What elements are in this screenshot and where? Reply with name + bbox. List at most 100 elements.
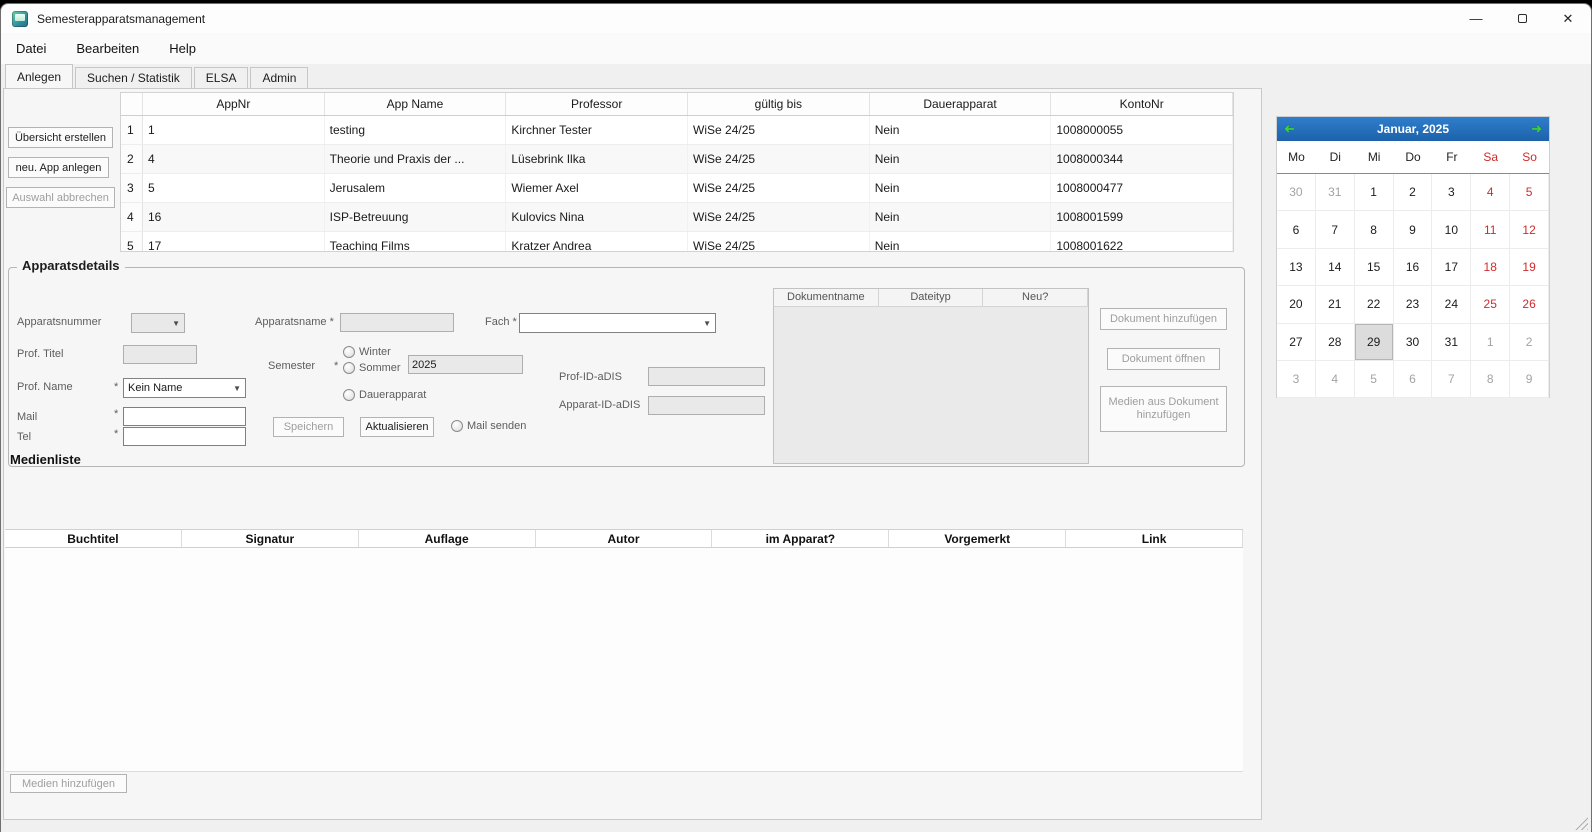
calendar-day[interactable]: 12: [1510, 211, 1549, 248]
resize-grip-icon[interactable]: [1575, 817, 1588, 830]
calendar-day[interactable]: 23: [1394, 286, 1433, 323]
auswahl-abbrechen-button[interactable]: Auswahl abbrechen: [6, 187, 115, 208]
calendar-day[interactable]: 27: [1277, 324, 1316, 361]
calendar-day[interactable]: 3: [1432, 174, 1471, 211]
table-row[interactable]: 11testingKirchner TesterWiSe 24/25Nein10…: [121, 116, 1233, 145]
tab-elsa[interactable]: ELSA: [194, 67, 249, 88]
winter-radio[interactable]: Winter: [343, 346, 391, 358]
calendar-day[interactable]: 26: [1510, 286, 1549, 323]
medien-column-header[interactable]: Auflage: [359, 530, 536, 547]
minimize-button[interactable]: —: [1453, 4, 1499, 33]
calendar-day[interactable]: 1: [1355, 174, 1394, 211]
menu-bearbeiten[interactable]: Bearbeiten: [61, 35, 154, 62]
calendar-day[interactable]: 5: [1510, 174, 1549, 211]
table-row[interactable]: 24Theorie und Praxis der ...Lüsebrink Il…: [121, 145, 1233, 174]
calendar-day[interactable]: 30: [1394, 324, 1433, 361]
aktualisieren-button[interactable]: Aktualisieren: [360, 417, 434, 437]
calendar-day[interactable]: 31: [1316, 174, 1355, 211]
calendar-next-arrow-icon[interactable]: ➜: [1531, 120, 1542, 137]
dokument-hinzufuegen-button[interactable]: Dokument hinzufügen: [1100, 308, 1227, 330]
table-row[interactable]: 35JerusalemWiemer AxelWiSe 24/25Nein1008…: [121, 174, 1233, 203]
calendar-day[interactable]: 4: [1316, 361, 1355, 398]
calendar-day[interactable]: 11: [1471, 211, 1510, 248]
tab-admin[interactable]: Admin: [250, 67, 308, 88]
menu-help[interactable]: Help: [154, 35, 211, 62]
medien-column-header[interactable]: Autor: [536, 530, 713, 547]
menu-datei[interactable]: Datei: [1, 35, 61, 62]
maximize-button[interactable]: [1499, 4, 1545, 33]
uebersicht-erstellen-button[interactable]: Übersicht erstellen: [8, 127, 113, 148]
calendar-day[interactable]: 18: [1471, 249, 1510, 286]
table-row[interactable]: 517Teaching FilmsKratzer AndreaWiSe 24/2…: [121, 232, 1233, 252]
doc-column-header[interactable]: Dateityp: [879, 289, 984, 307]
column-header[interactable]: Professor: [506, 93, 688, 115]
prof-id-adis-field[interactable]: [648, 367, 765, 386]
calendar-day[interactable]: 14: [1316, 249, 1355, 286]
medien-column-header[interactable]: im Apparat?: [712, 530, 889, 547]
calendar-day[interactable]: 7: [1316, 211, 1355, 248]
calendar-day[interactable]: 2: [1510, 324, 1549, 361]
calendar-day[interactable]: 31: [1432, 324, 1471, 361]
sommer-radio[interactable]: Sommer: [343, 362, 401, 374]
tab-suchen-statistik[interactable]: Suchen / Statistik: [75, 67, 192, 88]
calendar-day[interactable]: 4: [1471, 174, 1510, 211]
calendar-day[interactable]: 25: [1471, 286, 1510, 323]
calendar-day[interactable]: 15: [1355, 249, 1394, 286]
prof-name-combo[interactable]: Kein Name ▼: [123, 378, 246, 398]
doc-column-header[interactable]: Neu?: [983, 289, 1088, 307]
medien-aus-dokument-button[interactable]: Medien aus Dokument hinzufügen: [1100, 386, 1227, 432]
apparatsname-field[interactable]: [340, 313, 454, 332]
medien-column-header[interactable]: Buchtitel: [5, 530, 182, 547]
medien-column-header[interactable]: Signatur: [182, 530, 359, 547]
calendar-day[interactable]: 13: [1277, 249, 1316, 286]
column-header[interactable]: Dauerapparat: [870, 93, 1052, 115]
calendar-day[interactable]: 22: [1355, 286, 1394, 323]
calendar-day[interactable]: 19: [1510, 249, 1549, 286]
medien-column-header[interactable]: Vorgemerkt: [889, 530, 1066, 547]
calendar-day[interactable]: 29: [1355, 324, 1394, 361]
semester-year-field[interactable]: [408, 355, 523, 374]
calendar-day[interactable]: 9: [1510, 361, 1549, 398]
calendar-day[interactable]: 7: [1432, 361, 1471, 398]
calendar-day[interactable]: 20: [1277, 286, 1316, 323]
speichern-button[interactable]: Speichern: [273, 417, 344, 437]
dokument-oeffnen-button[interactable]: Dokument öffnen: [1107, 348, 1220, 370]
calendar-day[interactable]: 6: [1277, 211, 1316, 248]
close-button[interactable]: ✕: [1545, 4, 1591, 33]
apparatsnummer-combo[interactable]: ▼: [131, 313, 185, 333]
calendar-day[interactable]: 8: [1355, 211, 1394, 248]
calendar-day[interactable]: 1: [1471, 324, 1510, 361]
column-header[interactable]: AppNr: [143, 93, 325, 115]
prof-titel-field[interactable]: [123, 345, 197, 364]
calendar-day[interactable]: 8: [1471, 361, 1510, 398]
calendar-day[interactable]: 16: [1394, 249, 1433, 286]
table-row[interactable]: 416ISP-BetreuungKulovics NinaWiSe 24/25N…: [121, 203, 1233, 232]
calendar-month-label[interactable]: Januar, 2025: [1377, 122, 1449, 136]
calendar-day[interactable]: 21: [1316, 286, 1355, 323]
neue-app-anlegen-button[interactable]: neu. App anlegen: [8, 157, 109, 178]
calendar-day[interactable]: 5: [1355, 361, 1394, 398]
fach-combo[interactable]: ▼: [519, 313, 716, 333]
dauerapparat-radio[interactable]: Dauerapparat: [343, 389, 426, 401]
mail-field[interactable]: [123, 407, 246, 426]
calendar-day[interactable]: 24: [1432, 286, 1471, 323]
column-header[interactable]: KontoNr: [1051, 93, 1233, 115]
calendar-day[interactable]: 2: [1394, 174, 1433, 211]
calendar-prev-arrow-icon[interactable]: ➜: [1284, 120, 1295, 137]
medien-column-header[interactable]: Link: [1066, 530, 1243, 547]
calendar-day[interactable]: 30: [1277, 174, 1316, 211]
calendar-day[interactable]: 9: [1394, 211, 1433, 248]
column-header[interactable]: gültig bis: [688, 93, 870, 115]
doc-column-header[interactable]: Dokumentname: [774, 289, 879, 307]
calendar-day[interactable]: 6: [1394, 361, 1433, 398]
tel-field[interactable]: [123, 427, 246, 446]
mail-senden-checkbox[interactable]: Mail senden: [451, 420, 526, 432]
calendar-day[interactable]: 17: [1432, 249, 1471, 286]
medien-hinzufuegen-button[interactable]: Medien hinzufügen: [10, 774, 127, 793]
calendar-day[interactable]: 10: [1432, 211, 1471, 248]
apparat-id-adis-field[interactable]: [648, 396, 765, 415]
calendar-day[interactable]: 3: [1277, 361, 1316, 398]
column-header[interactable]: App Name: [325, 93, 507, 115]
calendar-day[interactable]: 28: [1316, 324, 1355, 361]
tab-anlegen[interactable]: Anlegen: [5, 64, 73, 88]
